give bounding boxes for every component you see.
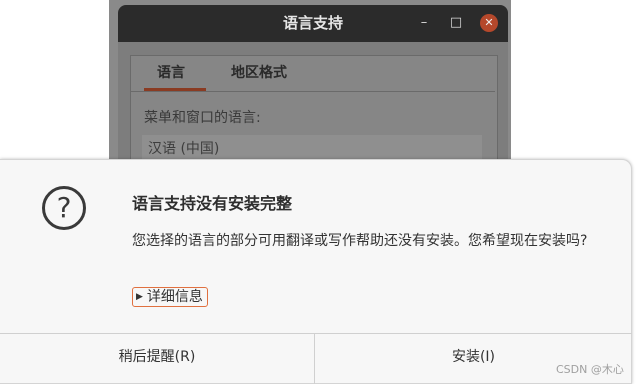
incomplete-language-dialog: ? 语言支持没有安装完整 您选择的语言的部分可用翻译或写作帮助还没有安装。您希望… bbox=[0, 159, 632, 384]
window-titlebar[interactable]: 语言支持 – □ ✕ bbox=[118, 5, 508, 42]
maximize-button[interactable]: □ bbox=[447, 14, 465, 32]
dialog-title: 语言支持没有安装完整 bbox=[132, 194, 293, 213]
language-label: 菜单和窗口的语言: bbox=[144, 110, 261, 126]
minimize-button[interactable]: – bbox=[415, 14, 433, 32]
details-label: 详细信息 bbox=[146, 289, 203, 305]
dialog-message: 您选择的语言的部分可用翻译或写作帮助还没有安装。您希望现在安装吗? bbox=[132, 233, 588, 249]
details-expander[interactable]: ▶ 详细信息 bbox=[132, 287, 208, 307]
screen: 语言支持 – □ ✕ 语言 地区格式 菜单和窗口的语言: 汉语 (中国) ? 语… bbox=[0, 0, 639, 384]
question-icon: ? bbox=[42, 186, 86, 230]
tab-regional-formats[interactable]: 地区格式 bbox=[231, 56, 287, 91]
watermark: CSDN @木心 bbox=[556, 363, 624, 376]
dialog-button-row: 稍后提醒(R) 安装(I) bbox=[0, 333, 632, 384]
remind-later-button[interactable]: 稍后提醒(R) bbox=[0, 334, 315, 384]
tab-bar: 语言 地区格式 bbox=[131, 56, 495, 92]
close-button[interactable]: ✕ bbox=[480, 14, 498, 32]
tab-language[interactable]: 语言 bbox=[157, 56, 185, 91]
active-tab-indicator bbox=[144, 88, 206, 91]
expand-triangle-icon: ▶ bbox=[136, 292, 143, 302]
